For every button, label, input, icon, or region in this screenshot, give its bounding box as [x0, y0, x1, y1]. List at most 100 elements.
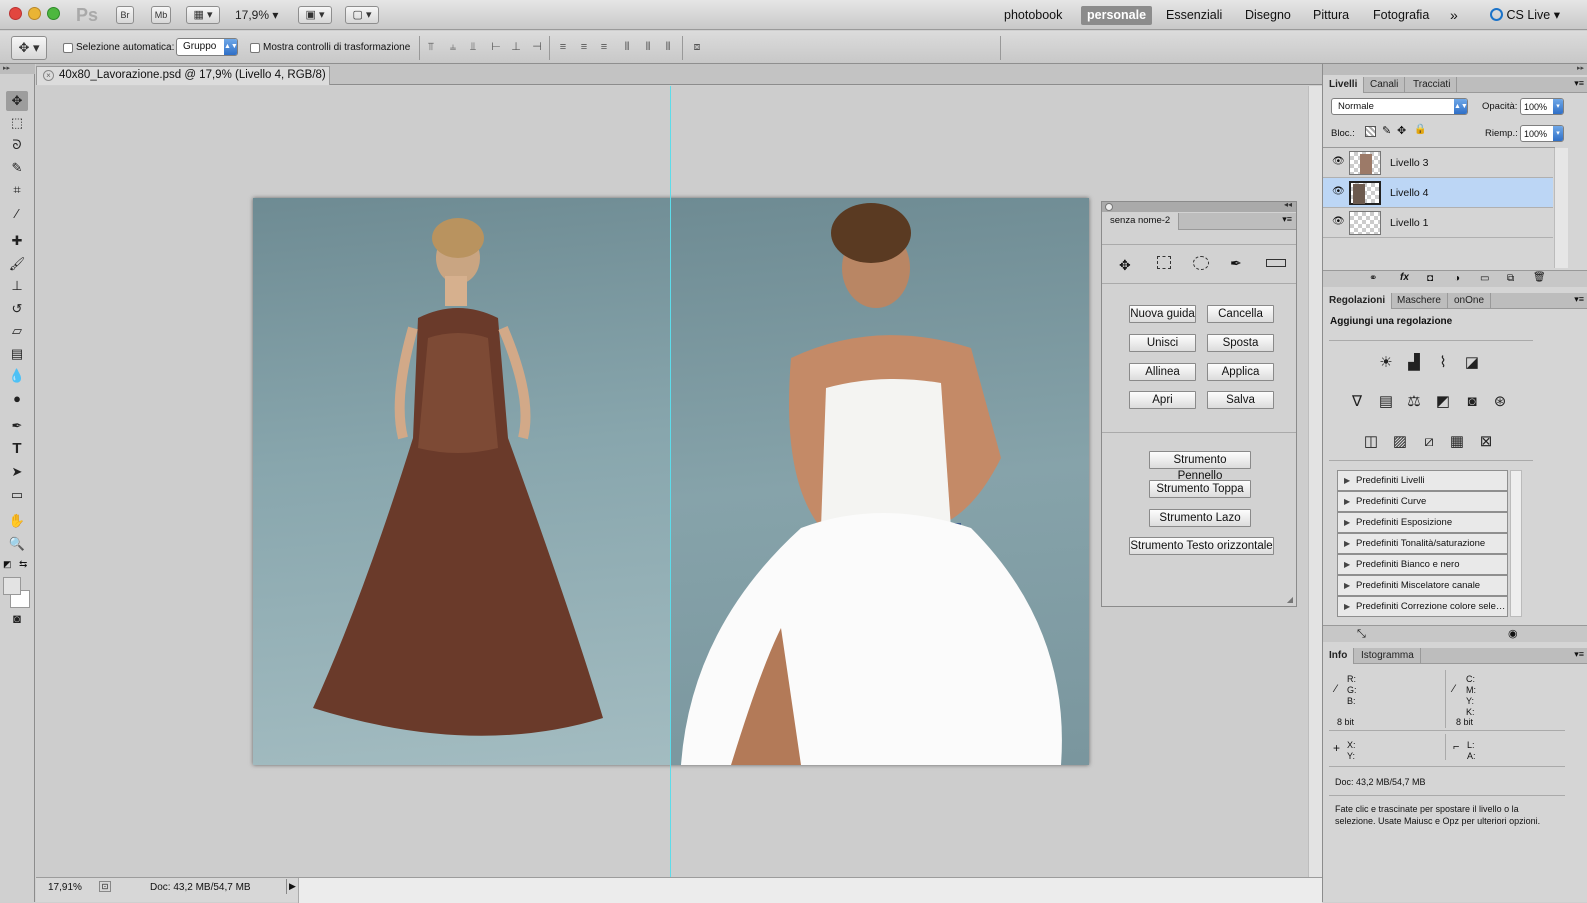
- panel-menu-icon[interactable]: ▾≡: [1574, 78, 1584, 89]
- vibrance-icon[interactable]: ∇: [1346, 392, 1368, 412]
- preset-item[interactable]: ▶ Predefiniti Curve: [1337, 491, 1508, 512]
- horizontal-type-tool-button[interactable]: Strumento Testo orizzontale: [1129, 537, 1274, 555]
- layer-name[interactable]: Livello 1: [1390, 217, 1429, 229]
- tab-tracciati[interactable]: Tracciati: [1407, 77, 1458, 93]
- distribute-bottom-icon[interactable]: ≡: [597, 40, 611, 54]
- view-extras-button[interactable]: ▦ ▾: [186, 6, 220, 24]
- swap-colors-icon[interactable]: ⇆: [19, 559, 27, 570]
- type-tool-icon[interactable]: T: [6, 439, 28, 459]
- align-right-icon[interactable]: ⊣: [530, 40, 544, 54]
- marquee-tool-icon[interactable]: ⬚: [6, 113, 28, 133]
- default-colors-icon[interactable]: ◩: [3, 559, 12, 570]
- new-layer-icon[interactable]: ⧉: [1507, 273, 1514, 284]
- blend-mode-dropdown[interactable]: Normale ▲▼: [1331, 98, 1468, 115]
- screen-mode-button[interactable]: ▢ ▾: [345, 6, 379, 24]
- preset-item[interactable]: ▶ Predefiniti Tonalità/saturazione: [1337, 533, 1508, 554]
- apply-button[interactable]: Applica: [1207, 363, 1274, 381]
- cs-live-button[interactable]: CS Live ▾: [1484, 6, 1566, 25]
- eyedropper-tool-icon[interactable]: ⁄: [6, 204, 28, 224]
- layers-scrollbar[interactable]: [1554, 148, 1568, 268]
- preset-item[interactable]: ▶ Predefiniti Bianco e nero: [1337, 554, 1508, 575]
- minimize-window-button[interactable]: [28, 7, 41, 20]
- mini-bridge-button[interactable]: Mb: [151, 6, 171, 24]
- ruler-tool-icon[interactable]: [1266, 259, 1286, 267]
- tools-panel-header[interactable]: ▸▸: [0, 64, 35, 74]
- document-image[interactable]: [253, 198, 1089, 765]
- history-brush-tool-icon[interactable]: ↺: [6, 299, 28, 319]
- align-hcenter-icon[interactable]: ⊥: [509, 40, 523, 54]
- panel-menu-icon[interactable]: ▾≡: [1574, 649, 1584, 660]
- gradient-map-icon[interactable]: ▦: [1446, 432, 1468, 452]
- align-vcenter-icon[interactable]: ⫨: [446, 40, 460, 54]
- blur-tool-icon[interactable]: 💧: [6, 366, 28, 386]
- preset-item[interactable]: ▶ Predefiniti Miscelatore canale: [1337, 575, 1508, 596]
- invert-icon[interactable]: ◫: [1360, 432, 1382, 452]
- layer-row[interactable]: 👁 Livello 1: [1323, 208, 1553, 238]
- tab-livelli[interactable]: Livelli: [1323, 77, 1365, 93]
- close-window-button[interactable]: [9, 7, 22, 20]
- levels-icon[interactable]: ▟: [1403, 353, 1425, 373]
- lock-pixels-icon[interactable]: ✎: [1382, 124, 1391, 137]
- black-white-icon[interactable]: ◩: [1432, 392, 1454, 412]
- workspace-disegno[interactable]: Disegno: [1239, 6, 1297, 25]
- tab-info[interactable]: Info: [1323, 648, 1355, 664]
- new-guide-button[interactable]: Nuova guida: [1129, 305, 1196, 323]
- path-selection-tool-icon[interactable]: ➤: [6, 462, 28, 482]
- clone-stamp-tool-icon[interactable]: ⊥: [6, 276, 28, 296]
- quick-selection-tool-icon[interactable]: ✎: [6, 158, 28, 178]
- marquee-tool-icon[interactable]: [1157, 256, 1171, 269]
- merge-button[interactable]: Unisci: [1129, 334, 1196, 352]
- distribute-right-icon[interactable]: ⫴: [661, 40, 675, 54]
- color-balance-icon[interactable]: ⚖: [1403, 392, 1425, 412]
- add-mask-icon[interactable]: ◘: [1427, 273, 1433, 284]
- lock-position-icon[interactable]: ✥: [1397, 124, 1406, 137]
- auto-select-target-dropdown[interactable]: Gruppo ▲▼: [176, 38, 238, 56]
- lock-all-icon[interactable]: 🔒: [1414, 124, 1426, 135]
- tab-onone[interactable]: onOne: [1448, 293, 1492, 309]
- panel-menu-icon[interactable]: ▾≡: [1574, 294, 1584, 305]
- status-preview-icon[interactable]: ⊡: [99, 881, 111, 892]
- link-layers-icon[interactable]: ⚭: [1369, 273, 1377, 284]
- exposure-icon[interactable]: ◪: [1461, 353, 1483, 373]
- selective-color-icon[interactable]: ⊠: [1475, 432, 1497, 452]
- layer-name[interactable]: Livello 3: [1390, 157, 1429, 169]
- patch-tool-button[interactable]: Strumento Toppa: [1149, 480, 1251, 498]
- vertical-guide[interactable]: [670, 86, 671, 877]
- move-tool-icon[interactable]: ✥: [1119, 257, 1131, 274]
- floating-panel-tab[interactable]: senza nome-2: [1102, 213, 1180, 230]
- adjustment-layer-icon[interactable]: ◑: [1454, 273, 1460, 284]
- auto-select-checkbox[interactable]: [63, 43, 73, 53]
- ellipse-marquee-icon[interactable]: [1193, 256, 1209, 270]
- quick-mask-icon[interactable]: ◙: [6, 609, 28, 629]
- move-button[interactable]: Sposta: [1207, 334, 1274, 352]
- layer-name[interactable]: Livello 4: [1390, 187, 1429, 199]
- healing-brush-tool-icon[interactable]: ✚: [6, 231, 28, 251]
- dodge-tool-icon[interactable]: ●: [6, 389, 28, 409]
- vertical-scrollbar[interactable]: [1308, 86, 1322, 877]
- resize-grip-icon[interactable]: ◢: [1287, 595, 1293, 604]
- brightness-contrast-icon[interactable]: ☀: [1375, 353, 1397, 373]
- document-tab[interactable]: × 40x80_Lavorazione.psd @ 17,9% (Livello…: [36, 66, 330, 98]
- photo-filter-icon[interactable]: ◙: [1461, 392, 1483, 412]
- hand-tool-icon[interactable]: ✋: [6, 511, 28, 531]
- hue-saturation-icon[interactable]: ▤: [1375, 392, 1397, 412]
- align-top-icon[interactable]: ⫪: [424, 40, 438, 54]
- tool-preset-picker[interactable]: ✥ ▾: [11, 36, 47, 60]
- close-panel-icon[interactable]: [1105, 203, 1113, 211]
- dock-collapse-icon[interactable]: ▸▸: [1323, 64, 1587, 75]
- gradient-tool-icon[interactable]: ▤: [6, 344, 28, 364]
- save-button[interactable]: Salva: [1207, 391, 1274, 409]
- distribute-vcenter-icon[interactable]: ≡: [577, 40, 591, 54]
- visibility-eye-icon[interactable]: 👁: [1332, 216, 1345, 227]
- move-tool-icon[interactable]: ✥: [6, 91, 28, 111]
- threshold-icon[interactable]: ⧄: [1418, 432, 1440, 452]
- tab-istogramma[interactable]: Istogramma: [1355, 648, 1421, 664]
- distribute-top-icon[interactable]: ≡: [556, 40, 570, 54]
- align-bottom-icon[interactable]: ⫫: [466, 40, 480, 54]
- status-zoom[interactable]: 17,91%: [48, 882, 82, 893]
- status-menu-arrow-icon[interactable]: ▶: [286, 879, 296, 894]
- layer-style-icon[interactable]: fx: [1400, 272, 1409, 283]
- pen-tool-icon[interactable]: ✒: [6, 416, 28, 436]
- lasso-tool-button[interactable]: Strumento Lazo: [1149, 509, 1251, 527]
- delete-button[interactable]: Cancella: [1207, 305, 1274, 323]
